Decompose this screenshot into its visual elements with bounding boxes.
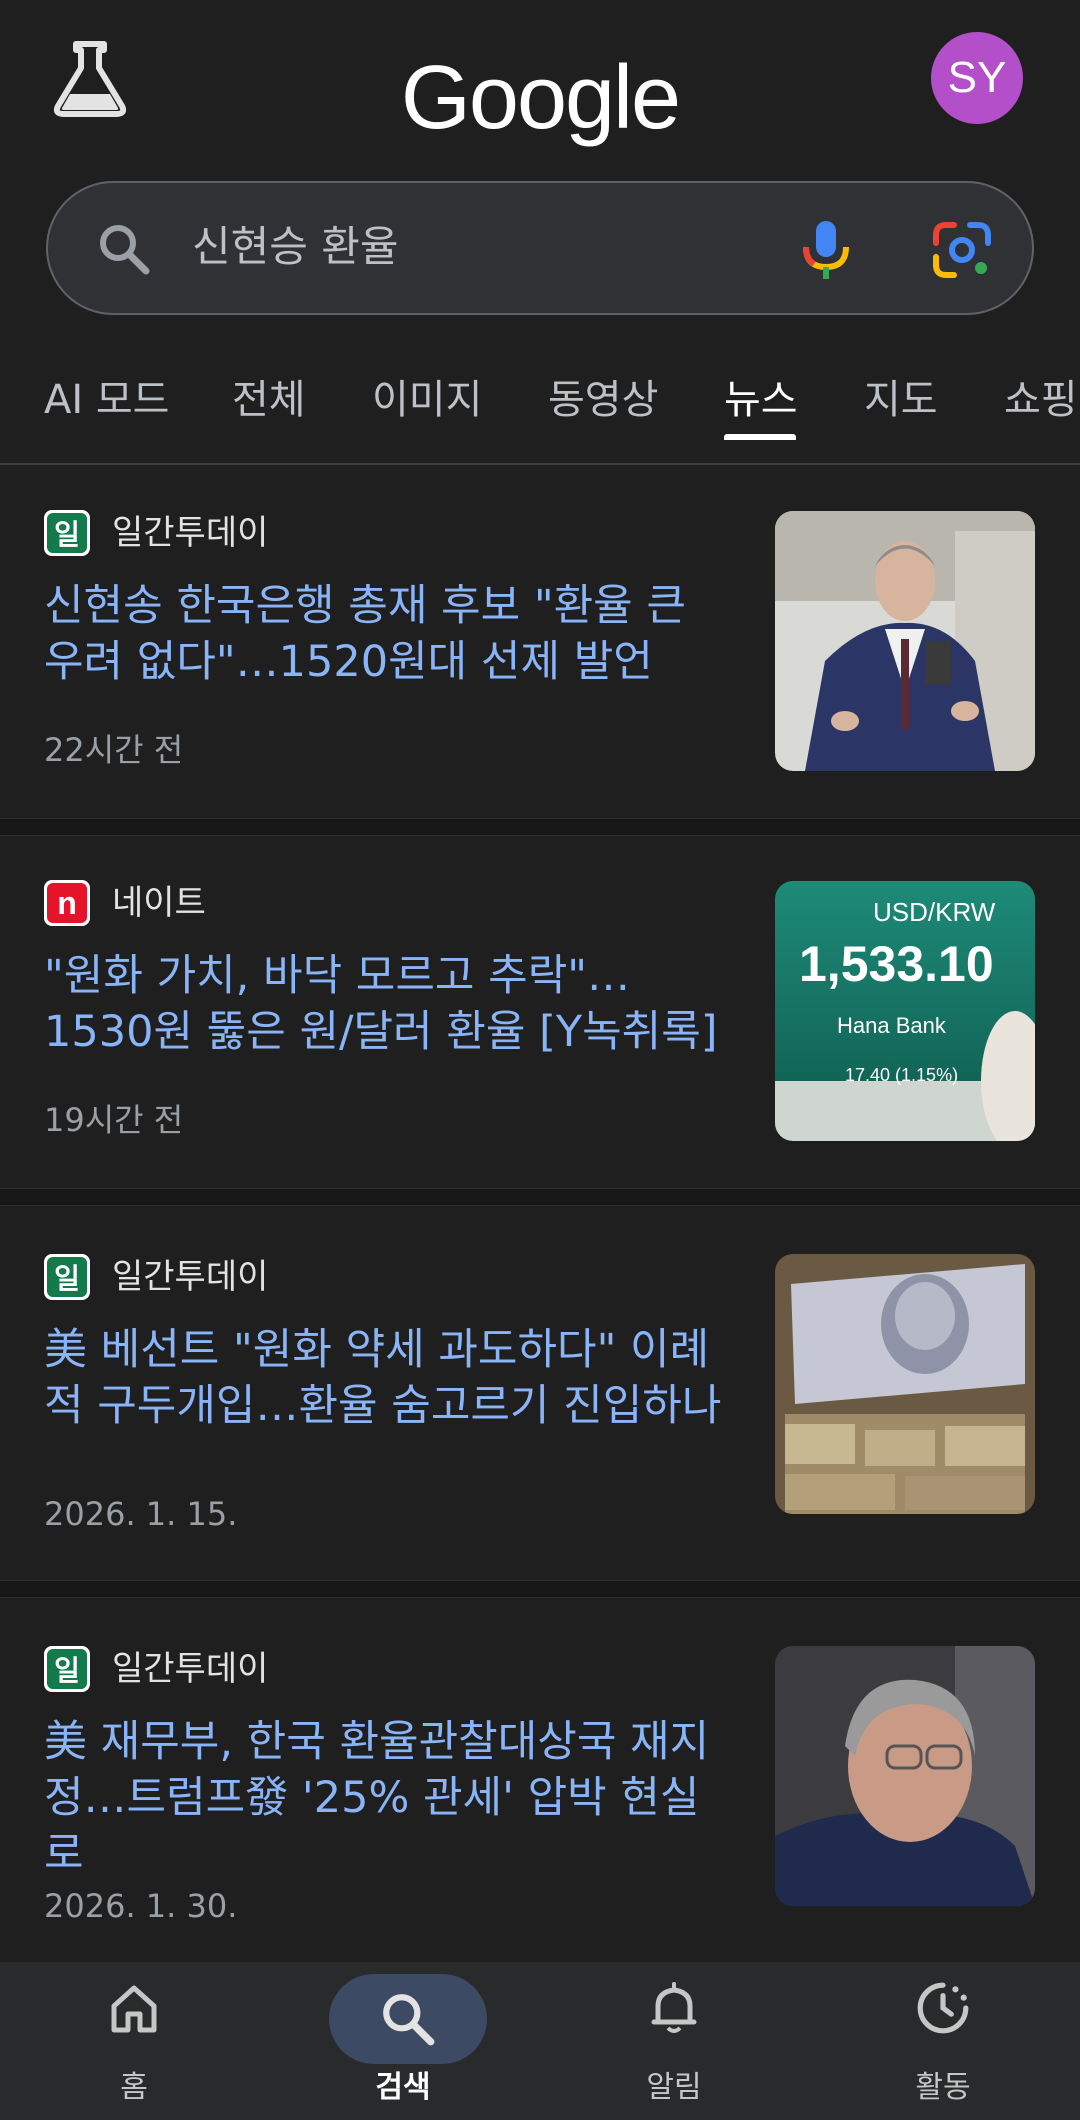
- header: Google SY: [0, 0, 1080, 170]
- search-bar[interactable]: 신현승 환율: [46, 181, 1034, 315]
- card-separator: [0, 1188, 1080, 1206]
- news-headline[interactable]: "원화 가치, 바닥 모르고 추락"… 1530원 뚫은 원/달러 환율 [Y녹…: [44, 948, 734, 1060]
- nav-label: 검색: [375, 2070, 431, 2105]
- nav-label: 활동: [915, 2070, 971, 2105]
- tab-images[interactable]: 이미지: [372, 370, 482, 430]
- source-name: 일간투데이: [112, 1649, 269, 1689]
- thumb-bank: Hana Bank: [837, 1013, 947, 1038]
- news-thumbnail-photo[interactable]: USD/KRW 1,533.10 Hana Bank 17.40 (1.15%): [775, 881, 1035, 1141]
- thumb-pair: USD/KRW: [873, 897, 996, 927]
- news-headline[interactable]: 신현송 한국은행 총재 후보 "환율 큰 우려 없다"…1520원대 선제 발언: [44, 578, 734, 690]
- search-tabs: AI 모드 전체 이미지 동영상 뉴스 지도 쇼핑: [0, 360, 1080, 464]
- activity-icon: [917, 1982, 969, 2034]
- search-query[interactable]: 신현승 환율: [192, 217, 399, 277]
- nav-activity[interactable]: 활동: [843, 1962, 1043, 2120]
- news-card[interactable]: 일 일간투데이 美 베선트 "원화 약세 과도하다" 이례적 구두개입…환율 숨…: [0, 1206, 1080, 1580]
- account-avatar[interactable]: SY: [931, 32, 1023, 124]
- google-logo: Google: [400, 48, 681, 148]
- tab-maps[interactable]: 지도: [864, 370, 938, 430]
- nav-notifications[interactable]: 알림: [574, 1962, 774, 2120]
- search-icon: [100, 225, 150, 275]
- nav-icon-container: [885, 1972, 1001, 2044]
- tab-shopping[interactable]: 쇼핑: [1004, 370, 1078, 430]
- source-logo: 일: [44, 1646, 90, 1692]
- thumb-rate: 1,533.10: [799, 936, 994, 992]
- source-name: 일간투데이: [112, 513, 269, 553]
- tab-all[interactable]: 전체: [232, 370, 306, 430]
- news-thumbnail-photo[interactable]: [775, 511, 1035, 771]
- news-card[interactable]: 일 일간투데이 美 재무부, 한국 환율관찰대상국 재지정…트럼프發 '25% …: [0, 1598, 1080, 1962]
- source-logo: n: [44, 880, 90, 926]
- home-icon: [111, 1985, 157, 2033]
- nav-search[interactable]: 검색: [303, 1962, 503, 2120]
- tab-news[interactable]: 뉴스: [724, 370, 798, 430]
- card-separator: [0, 1580, 1080, 1598]
- news-thumbnail-photo[interactable]: [775, 1646, 1035, 1906]
- nav-home[interactable]: 홈: [34, 1962, 234, 2120]
- source-name: 네이트: [112, 883, 206, 923]
- source-logo: 일: [44, 1254, 90, 1300]
- news-card[interactable]: 일 일간투데이 신현송 한국은행 총재 후보 "환율 큰 우려 없다"…1520…: [0, 466, 1080, 818]
- tab-ai-mode[interactable]: AI 모드: [44, 370, 169, 430]
- news-headline[interactable]: 美 베선트 "원화 약세 과도하다" 이례적 구두개입…환율 숨고르기 진입하나: [44, 1322, 734, 1434]
- news-time: 22시간 전: [44, 731, 184, 769]
- bell-icon: [651, 1982, 697, 2033]
- nav-label: 알림: [646, 2070, 702, 2105]
- thumb-change: 17.40 (1.15%): [845, 1065, 958, 1085]
- tab-active-indicator: [724, 434, 796, 440]
- news-time: 2026. 1. 30.: [44, 1887, 238, 1925]
- nav-icon-container: [76, 1972, 192, 2044]
- google-lens-icon[interactable]: [932, 221, 992, 279]
- news-time: 19시간 전: [44, 1101, 184, 1139]
- bottom-navigation: 홈 검색 알림 활동: [0, 1962, 1080, 2120]
- tab-videos[interactable]: 동영상: [548, 370, 658, 430]
- search-icon: [383, 1994, 435, 2046]
- nav-icon-container: [329, 1974, 487, 2064]
- card-separator: [0, 818, 1080, 836]
- source-name: 일간투데이: [112, 1257, 269, 1297]
- source-logo: 일: [44, 510, 90, 556]
- news-card[interactable]: n 네이트 "원화 가치, 바닥 모르고 추락"… 1530원 뚫은 원/달러 …: [0, 836, 1080, 1188]
- news-time: 2026. 1. 15.: [44, 1495, 238, 1533]
- divider: [0, 463, 1080, 465]
- microphone-icon[interactable]: [800, 219, 852, 281]
- nav-icon-container: [616, 1972, 732, 2044]
- nav-label: 홈: [120, 2070, 148, 2105]
- news-thumbnail-photo[interactable]: [775, 1254, 1035, 1514]
- news-headline[interactable]: 美 재무부, 한국 환율관찰대상국 재지정…트럼프發 '25% 관세' 압박 현…: [44, 1714, 734, 1882]
